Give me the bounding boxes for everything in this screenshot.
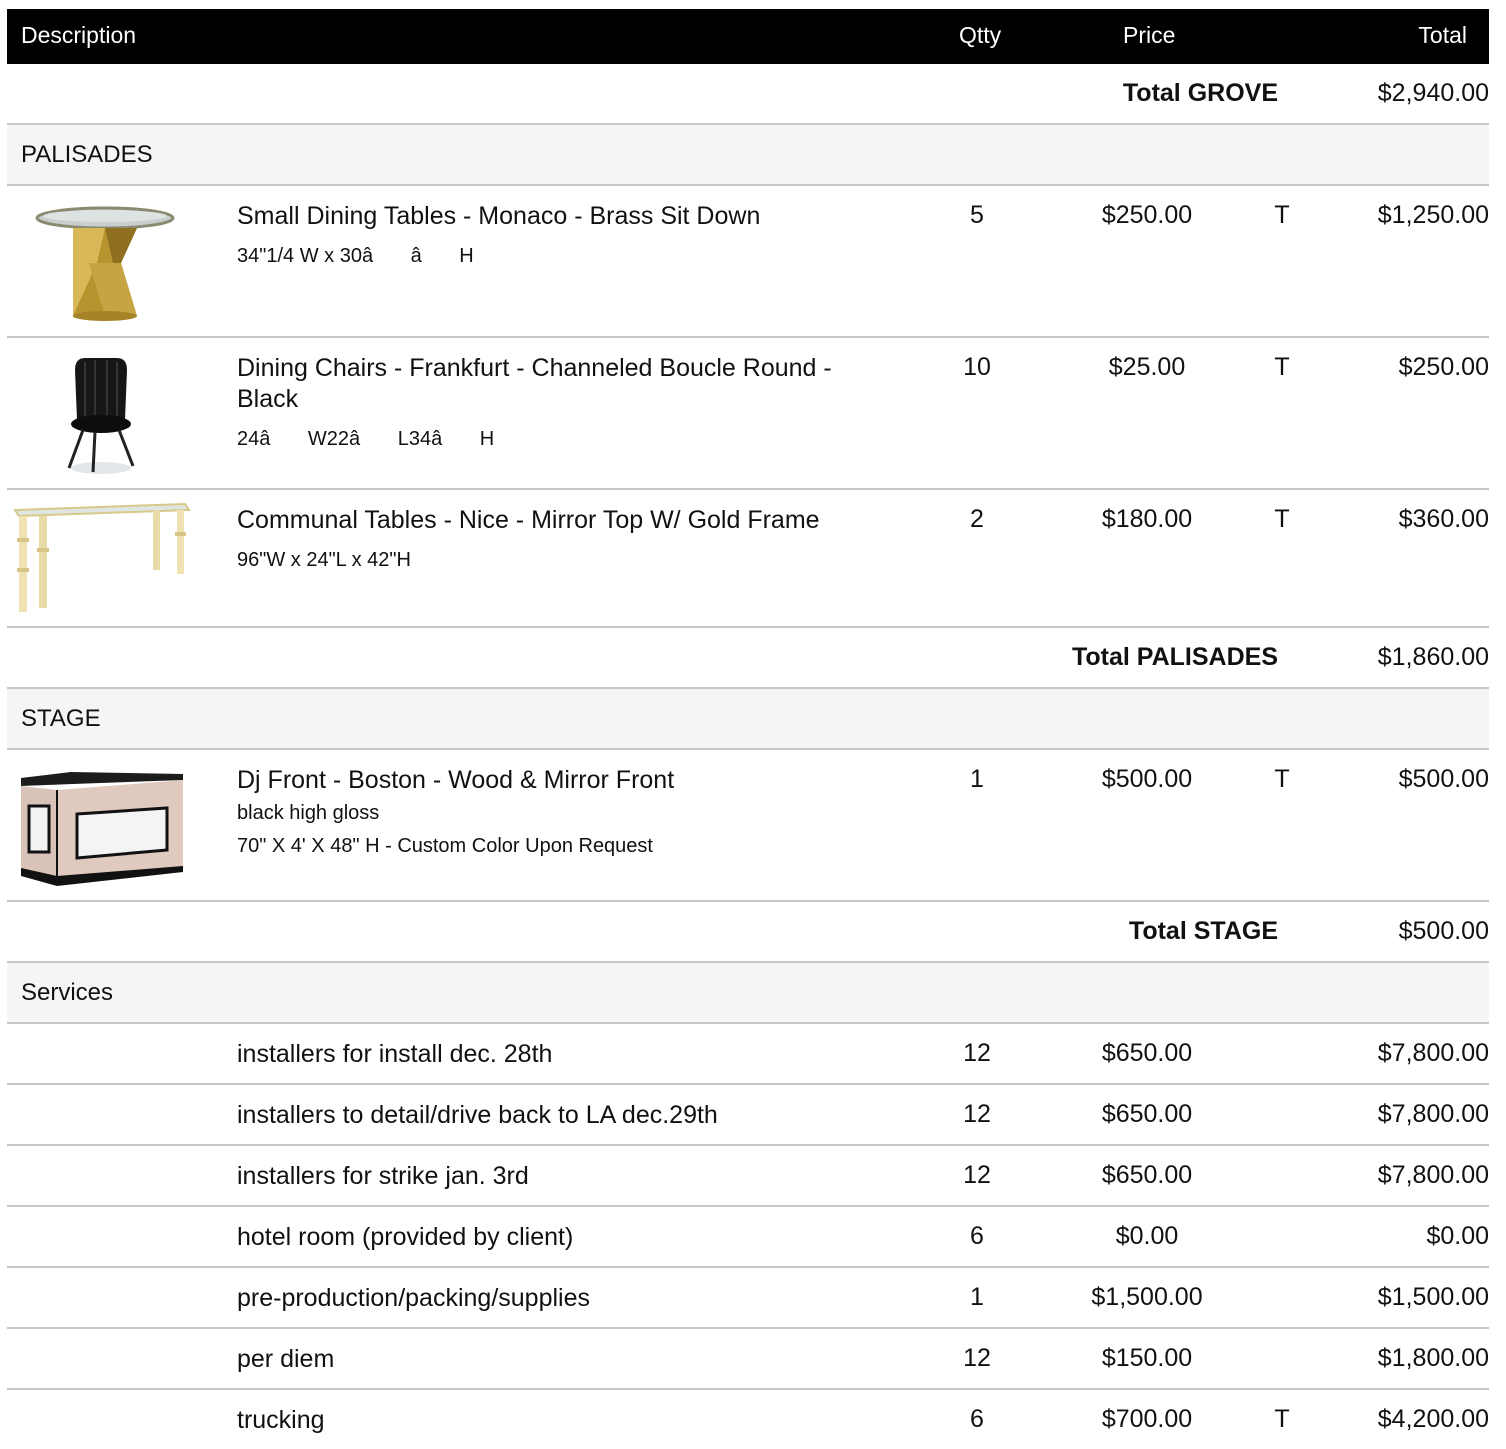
item-title: Communal Tables - Nice - Mirror Top W/ G… [237,506,820,534]
palisades-total-label: Total PALISADES [1071,643,1278,671]
grove-total-row: Total GROVE $2,940.00 [7,64,1489,125]
item-qty: 5 [970,201,984,229]
item-price: $180.00 [1101,505,1193,533]
brass-table-image [13,198,193,328]
service-description: hotel room (provided by client) [237,1223,574,1251]
service-row: installers for install dec. 28th 12 $650… [7,1024,1489,1085]
item-qty: 2 [970,505,984,533]
item-dimensions: 34"1/4 W x 30â â H [237,245,474,267]
section-header-stage: STAGE [7,689,1489,750]
service-description: installers for strike jan. 3rd [237,1162,529,1190]
section-header-palisades: PALISADES [7,125,1489,186]
item-dimensions: 24â W22â L34â H [237,428,495,450]
service-description: trucking [237,1406,325,1434]
service-row: hotel room (provided by client) 6 $0.00 … [7,1207,1489,1268]
item-title: Dining Chairs - Frankfurt - Channeled Bo… [237,354,832,413]
palisades-total-amount: $1,860.00 [1377,643,1489,671]
service-description: installers to detail/drive back to LA de… [237,1101,718,1129]
line-item: Small Dining Tables - Monaco - Brass Sit… [7,186,1489,338]
header-price: Price [1123,22,1176,48]
service-price: $650.00 [1101,1161,1193,1189]
item-tax-flag: T [1274,353,1290,381]
item-title: Dj Front - Boston - Wood & Mirror Front [237,766,675,794]
line-item: Dj Front - Boston - Wood & Mirror Front … [7,750,1489,902]
stage-total-row: Total STAGE $500.00 [7,902,1489,963]
service-price: $150.00 [1101,1344,1193,1372]
service-qty: 1 [970,1283,984,1311]
item-dimensions: 96"W x 24"L x 42"H [237,549,411,571]
stage-total-amount: $500.00 [1398,917,1489,945]
service-row: pre-production/packing/supplies 1 $1,500… [7,1268,1489,1329]
section-header-services: Services [7,963,1489,1024]
section-title: STAGE [21,705,101,732]
item-title: Small Dining Tables - Monaco - Brass Sit… [237,202,761,230]
stage-total-label: Total STAGE [1128,917,1278,945]
dj-front-image [17,764,197,894]
line-item: Dining Chairs - Frankfurt - Channeled Bo… [7,338,1489,490]
service-price: $0.00 [1115,1222,1179,1250]
service-row: per diem 12 $150.00 $1,800.00 [7,1329,1489,1390]
item-tax-flag: T [1274,505,1290,533]
item-total: $360.00 [1398,505,1489,533]
service-qty: 12 [963,1100,991,1128]
item-tax-flag: T [1274,201,1290,229]
item-dimensions: 70" X 4' X 48" H - Custom Color Upon Req… [237,835,653,857]
service-total: $1,800.00 [1377,1344,1489,1372]
section-title: Services [21,979,114,1006]
black-chair-image [13,350,193,480]
service-description: per diem [237,1345,335,1373]
quote-table: Description Qtty Price Total Total GROVE… [7,9,1489,1449]
service-row: installers for strike jan. 3rd 12 $650.0… [7,1146,1489,1207]
item-description: Small Dining Tables - Monaco - Brass Sit… [237,201,877,273]
service-qty: 6 [970,1222,984,1250]
header-description: Description [21,22,137,48]
header-total: Total [1418,22,1467,48]
header-qty: Qtty [959,22,1002,48]
item-finish: black high gloss [237,802,380,824]
service-total: $7,800.00 [1377,1100,1489,1128]
item-price: $500.00 [1101,765,1193,793]
service-row: installers to detail/drive back to LA de… [7,1085,1489,1146]
service-qty: 12 [963,1344,991,1372]
item-tax-flag: T [1274,765,1290,793]
item-total: $500.00 [1398,765,1489,793]
palisades-total-row: Total PALISADES $1,860.00 [7,628,1489,689]
section-title: PALISADES [21,141,153,168]
service-qty: 12 [963,1161,991,1189]
item-description: Communal Tables - Nice - Mirror Top W/ G… [237,505,877,577]
grove-total-amount: $2,940.00 [1377,79,1489,107]
item-qty: 10 [963,353,991,381]
item-qty: 1 [970,765,984,793]
table-header: Description Qtty Price Total [7,9,1489,64]
line-item: Communal Tables - Nice - Mirror Top W/ G… [7,490,1489,628]
item-price: $250.00 [1101,201,1193,229]
service-total: $7,800.00 [1377,1161,1489,1189]
service-description: installers for install dec. 28th [237,1040,553,1068]
grove-total-label: Total GROVE [1122,79,1278,107]
service-qty: 12 [963,1039,991,1067]
service-description: pre-production/packing/supplies [237,1284,590,1312]
communal-table-image [9,498,191,628]
item-description: Dining Chairs - Frankfurt - Channeled Bo… [237,353,877,456]
item-total: $1,250.00 [1377,201,1489,229]
service-total: $7,800.00 [1377,1039,1489,1067]
service-row: trucking 6 $700.00 T $4,200.00 [7,1390,1489,1449]
service-total: $1,500.00 [1377,1283,1489,1311]
service-price: $1,500.00 [1091,1283,1203,1311]
service-price: $650.00 [1101,1100,1193,1128]
service-total: $0.00 [1426,1222,1489,1250]
service-price: $650.00 [1101,1039,1193,1067]
item-description: Dj Front - Boston - Wood & Mirror Front … [237,765,877,860]
item-total: $250.00 [1398,353,1489,381]
item-price: $25.00 [1108,353,1186,381]
